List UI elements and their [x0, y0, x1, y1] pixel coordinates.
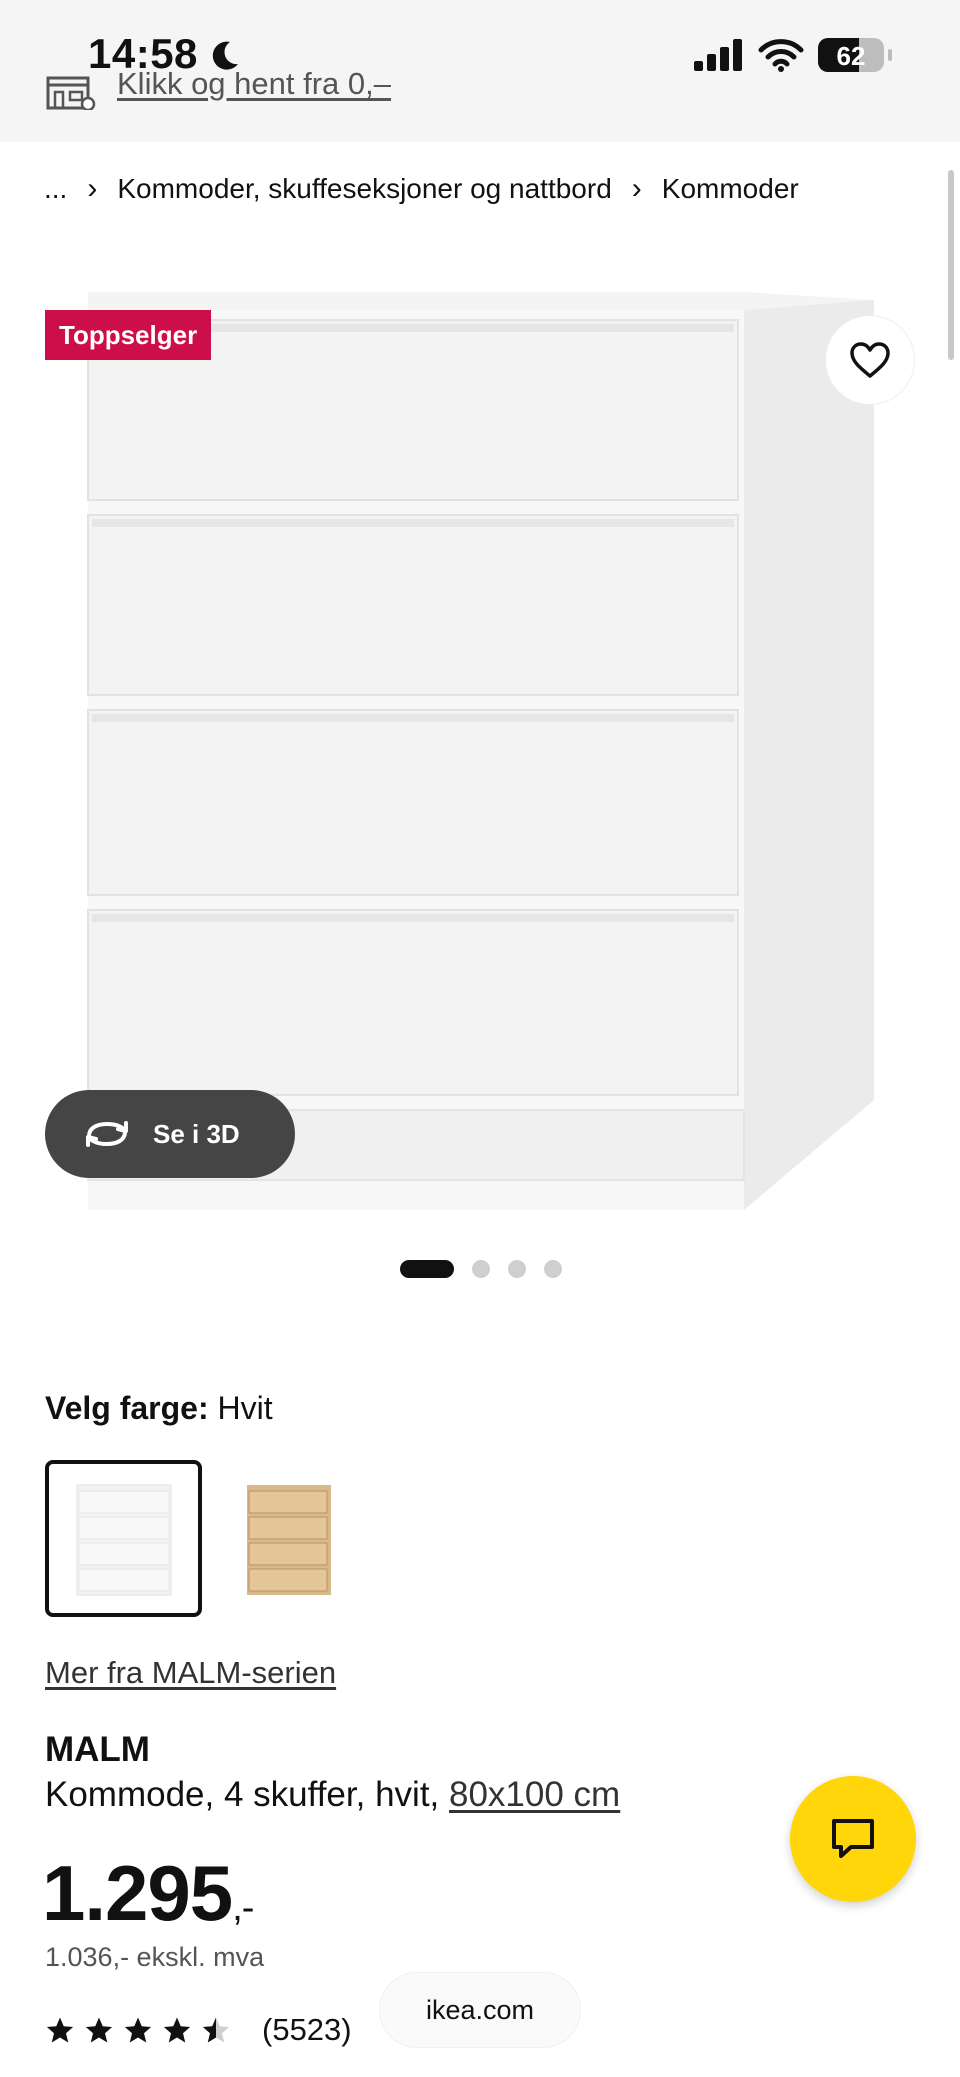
- carousel-indicator: [400, 1260, 562, 1278]
- browser-url-bar[interactable]: ikea.com: [380, 1973, 580, 2047]
- star-icon: [124, 2017, 152, 2043]
- chat-button[interactable]: [790, 1776, 916, 1902]
- color-selection-label: Velg farge: Hvit: [45, 1390, 273, 1427]
- rotate-3d-icon: [86, 1121, 128, 1147]
- chat-icon: [832, 1819, 874, 1858]
- carousel-dot[interactable]: [400, 1260, 454, 1278]
- price-value: 1.295: [42, 1849, 233, 1937]
- product-rating[interactable]: (5523): [45, 2012, 352, 2048]
- favourite-button[interactable]: [826, 316, 914, 404]
- white-dresser-thumbnail: [76, 1484, 171, 1595]
- price-suffix: ,-: [232, 1887, 254, 1929]
- star-icon: [46, 2017, 74, 2043]
- product-image[interactable]: [44, 270, 954, 1210]
- chevron-right-icon: ›: [87, 172, 98, 205]
- wifi-icon: [758, 39, 804, 72]
- battery-level: 62: [836, 41, 866, 71]
- product-size-link[interactable]: 80x100 cm: [449, 1775, 620, 1814]
- color-swatch-white[interactable]: [45, 1460, 202, 1617]
- carousel-dot[interactable]: [508, 1260, 526, 1278]
- chevron-right-icon: ›: [631, 172, 642, 205]
- color-swatch-oak[interactable]: [209, 1460, 366, 1617]
- battery-tip: [888, 49, 892, 61]
- status-indicators: 62: [694, 38, 892, 72]
- half-star-icon: [202, 2017, 230, 2043]
- heart-icon: [850, 342, 890, 378]
- oak-dresser-thumbnail: [246, 1484, 331, 1595]
- store-icon: [46, 76, 96, 110]
- breadcrumb-ellipsis[interactable]: ...: [44, 173, 67, 205]
- series-link[interactable]: Mer fra MALM-serien: [45, 1655, 336, 1691]
- battery-icon: 62: [818, 38, 884, 72]
- product-price: 1.295,-: [42, 1848, 254, 1939]
- product-description: Kommode, 4 skuffer, hvit, 80x100 cm: [45, 1775, 620, 1815]
- star-icon: [85, 2017, 113, 2043]
- product-type: Kommode, 4 skuffer, hvit,: [45, 1775, 440, 1814]
- signal-icon: [694, 39, 742, 71]
- selected-color: Hvit: [217, 1390, 273, 1426]
- star-icon: [163, 2017, 191, 2043]
- view-in-3d-label: Se i 3D: [153, 1118, 240, 1149]
- color-label: Velg farge:: [45, 1390, 209, 1426]
- carousel-dot[interactable]: [544, 1260, 562, 1278]
- breadcrumb-current[interactable]: Kommoder: [662, 173, 799, 205]
- breadcrumb: ... › Kommoder, skuffeseksjoner og nattb…: [44, 172, 799, 206]
- top-seller-badge: Toppselger: [45, 310, 212, 360]
- product-name: MALM: [45, 1730, 150, 1769]
- click-and-collect-link[interactable]: Klikk og hent fra 0,–: [117, 66, 391, 102]
- view-in-3d-button[interactable]: Se i 3D: [45, 1090, 295, 1178]
- carousel-dot[interactable]: [472, 1260, 490, 1278]
- price-ex-vat: 1.036,- ekskl. mva: [45, 1942, 265, 1972]
- breadcrumb-category[interactable]: Kommoder, skuffeseksjoner og nattbord: [117, 173, 611, 205]
- review-count[interactable]: (5523): [262, 2012, 352, 2048]
